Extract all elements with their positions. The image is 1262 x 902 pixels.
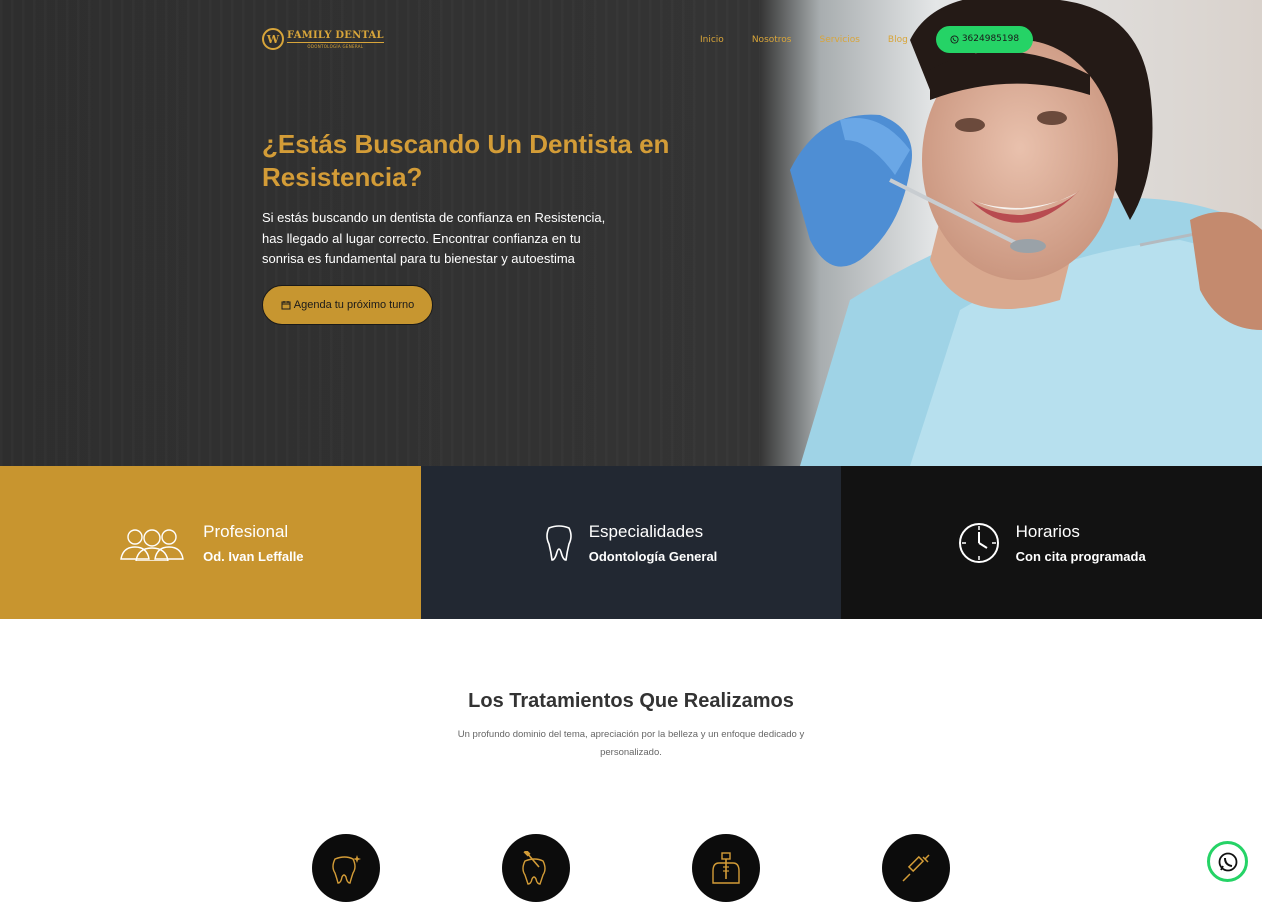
hero-title: ¿Estás Buscando Un Dentista en Resistenc…	[262, 129, 670, 192]
tooth-icon	[545, 524, 572, 561]
clock-icon	[958, 522, 999, 563]
treatment-implants[interactable]	[692, 834, 760, 902]
floating-whatsapp-button[interactable]	[1207, 841, 1248, 882]
whatsapp-phone-button[interactable]: 3624985198	[935, 26, 1034, 53]
brand-logo[interactable]: W FAMILY DENTAL ODONTOLOGÍA GENERAL	[262, 28, 384, 50]
treatment-cleaning[interactable]	[502, 834, 570, 902]
implant-icon	[712, 852, 740, 884]
book-appointment-label: Agenda tu próximo turno	[293, 299, 415, 311]
treatment-whitening[interactable]	[312, 834, 380, 902]
card-title: Especialidades	[588, 521, 704, 541]
brand-name: FAMILY DENTAL	[287, 29, 384, 43]
sparkle-tooth-icon	[332, 855, 361, 884]
main-nav: Inicio Nosotros Servicios Blog 362498519…	[700, 26, 1034, 53]
whatsapp-phone-label: 3624985198	[961, 34, 1020, 44]
treatments-subtitle: Un profundo dominio del tema, apreciació…	[457, 729, 805, 758]
brand-tagline: ODONTOLOGÍA GENERAL	[307, 43, 364, 49]
treatment-anesthesia[interactable]	[882, 834, 950, 902]
whatsapp-icon	[1218, 852, 1237, 871]
hero-section: W FAMILY DENTAL ODONTOLOGÍA GENERAL Inic…	[0, 0, 1262, 466]
book-appointment-button[interactable]: Agenda tu próximo turno	[262, 285, 433, 325]
card-title: Horarios	[1015, 521, 1080, 541]
card-subtitle: Od. Ivan Leffalle	[203, 548, 304, 564]
syringe-icon	[902, 854, 930, 882]
card-subtitle: Con cita programada	[1015, 548, 1146, 564]
treatments-title: Los Tratamientos Que Realizamos	[468, 690, 794, 712]
team-icon	[120, 528, 184, 561]
card-subtitle: Odontología General	[588, 548, 718, 564]
treatment-icons	[312, 834, 950, 902]
card-title: Profesional	[203, 521, 289, 541]
hero-photo-dentist-patient	[760, 0, 1262, 466]
calendar-icon	[281, 301, 291, 310]
logo-emblem: W	[262, 28, 284, 50]
nav-item-servicios[interactable]: Servicios	[820, 27, 860, 53]
nav-item-inicio[interactable]: Inicio	[700, 27, 724, 53]
info-card-horarios: Horarios Con cita programada	[841, 466, 1262, 619]
nav-item-blog[interactable]: Blog	[888, 27, 908, 53]
hero-description: Si estás buscando un dentista de confian…	[262, 210, 606, 266]
info-strip: Profesional Od. Ivan Leffalle Especialid…	[0, 466, 1262, 619]
info-card-especialidades: Especialidades Odontología General	[420, 466, 842, 619]
whatsapp-icon	[950, 35, 959, 44]
info-card-profesional: Profesional Od. Ivan Leffalle	[0, 466, 421, 619]
brush-tooth-icon	[522, 851, 546, 885]
nav-item-nosotros[interactable]: Nosotros	[752, 27, 792, 53]
